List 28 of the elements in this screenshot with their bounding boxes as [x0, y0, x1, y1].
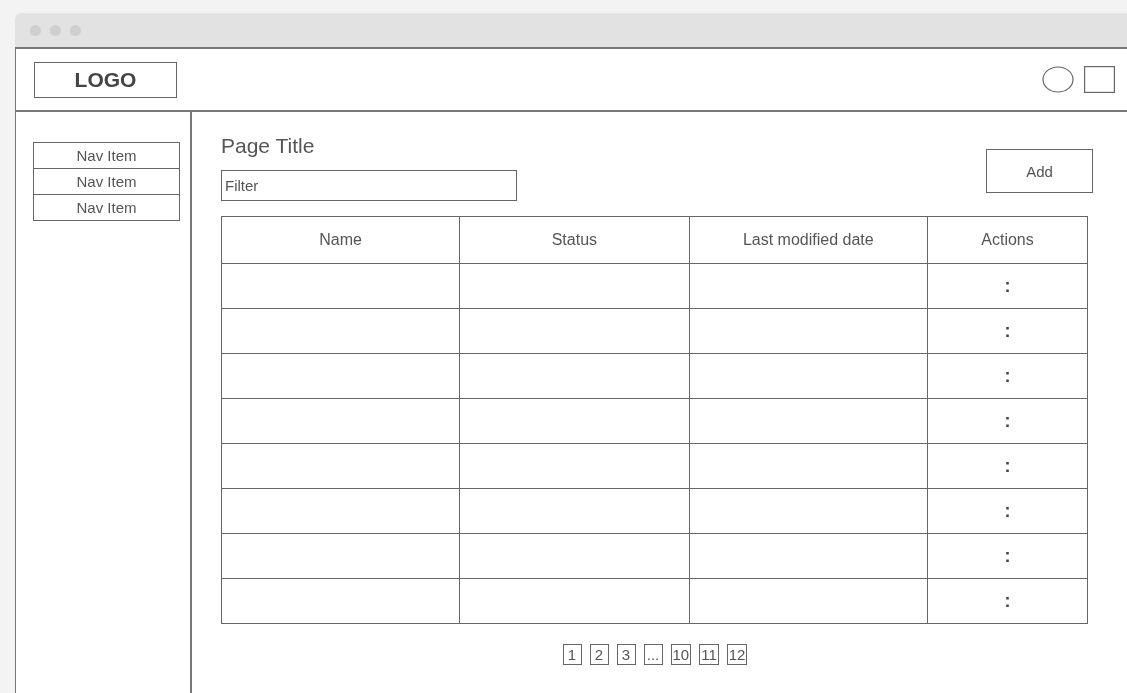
page-link[interactable]: 10 [670, 644, 692, 665]
nav-item[interactable]: Nav Item [34, 143, 179, 168]
logo: LOGO [34, 61, 177, 98]
page-link[interactable]: 3 [616, 644, 636, 665]
actions-cell[interactable]: : [927, 308, 1088, 354]
page-link[interactable]: 2 [589, 644, 609, 665]
page-link[interactable]: 12 [726, 644, 748, 665]
page-title: Page Title [221, 134, 316, 158]
column-header: Actions [927, 216, 1088, 264]
filter-field[interactable]: Filter [221, 170, 517, 201]
actions-cell[interactable]: : [927, 398, 1088, 444]
actions-cell[interactable]: : [927, 263, 1088, 309]
page-link[interactable]: ... [643, 644, 663, 665]
actions-cell[interactable]: : [927, 533, 1088, 579]
actions-cell[interactable]: : [927, 488, 1088, 534]
nav-item[interactable]: Nav Item [34, 194, 179, 220]
nav-item[interactable]: Nav Item [34, 168, 179, 194]
column-header: Last modified date [689, 216, 928, 264]
page-link[interactable]: 1 [562, 644, 582, 665]
page-link[interactable]: 11 [699, 644, 719, 665]
add-button[interactable]: Add [986, 149, 1093, 193]
actions-cell[interactable]: : [927, 578, 1088, 624]
actions-cell[interactable]: : [927, 353, 1088, 399]
column-header: Status [459, 216, 690, 264]
column-header: Name [221, 216, 460, 264]
actions-cell[interactable]: : [927, 443, 1088, 489]
square-icon[interactable] [1084, 66, 1115, 93]
circle-icon[interactable] [1042, 66, 1074, 93]
